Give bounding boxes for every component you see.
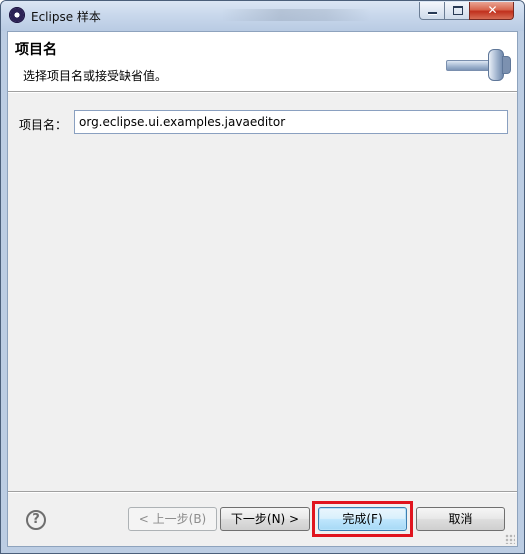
banner-tip: [502, 56, 511, 74]
eclipse-icon: [9, 7, 25, 23]
next-button[interactable]: 下一步(N) >: [220, 507, 310, 531]
title-bar[interactable]: Eclipse 样本 ✕: [1, 1, 524, 31]
close-icon: ✕: [487, 3, 498, 17]
finish-highlight-box: [312, 501, 413, 537]
maximize-icon: [453, 6, 463, 15]
footer-separator: [8, 491, 517, 492]
close-button[interactable]: ✕: [469, 2, 514, 20]
banner-bar: [446, 60, 492, 71]
minimize-button[interactable]: [419, 2, 445, 20]
project-name-label: 项目名：: [19, 118, 68, 132]
dialog-window: Eclipse 样本 ✕ 项目名 选择项目名或接受缺省值。 项目名： ? < 上…: [0, 0, 525, 554]
minimize-icon: [428, 12, 437, 14]
page-title: 项目名: [15, 42, 57, 58]
wizard-header: 项目名 选择项目名或接受缺省值。: [8, 32, 517, 92]
cancel-button[interactable]: 取消: [416, 507, 505, 531]
resize-grip[interactable]: [505, 534, 515, 544]
blurred-title-area: [221, 9, 371, 21]
project-name-input[interactable]: [74, 110, 508, 134]
wizard-banner-icon: [446, 48, 512, 82]
dialog-client-area: 项目名 选择项目名或接受缺省值。 项目名： ? < 上一步(B) 下一步(N) …: [7, 31, 518, 547]
help-icon[interactable]: ?: [26, 510, 46, 530]
window-title: Eclipse 样本: [31, 10, 101, 24]
header-separator: [8, 92, 517, 93]
page-description: 选择项目名或接受缺省值。: [23, 69, 168, 83]
back-button[interactable]: < 上一步(B): [128, 507, 217, 531]
maximize-button[interactable]: [444, 2, 470, 20]
